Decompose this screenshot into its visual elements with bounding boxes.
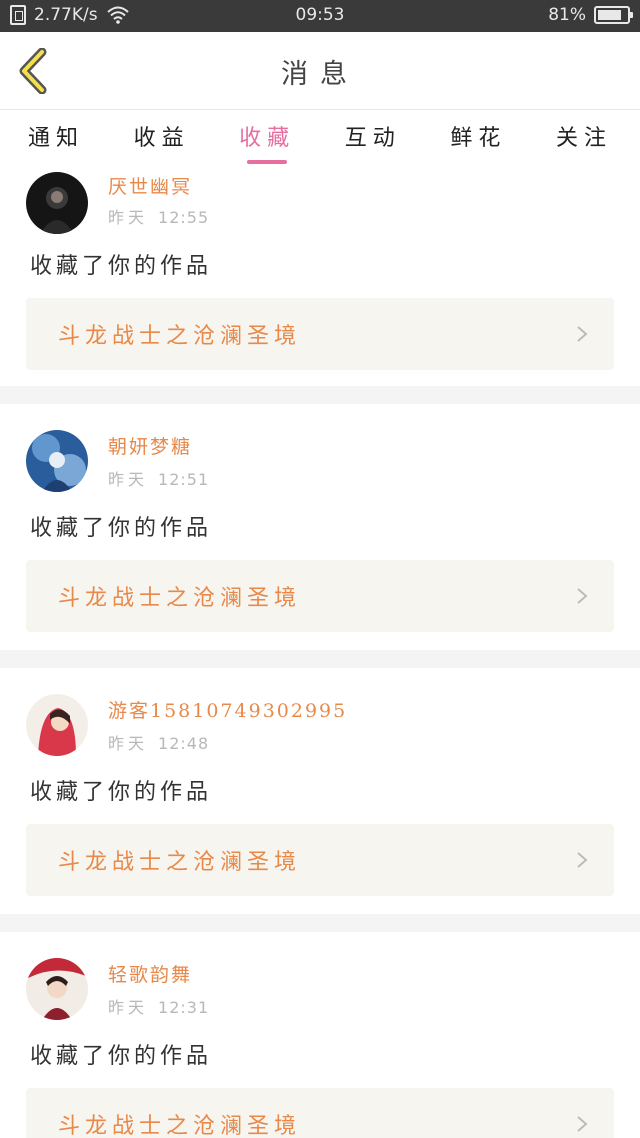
timestamp: 昨天 12:55 [108,208,210,227]
chevron-right-icon [577,588,588,604]
avatar[interactable] [26,430,88,492]
username[interactable]: 朝妍梦糖 [108,432,192,459]
battery-percent: 81% [548,5,586,25]
work-link[interactable]: 斗龙战士之沧澜圣境 [26,1088,614,1138]
list-item: 轻歌韵舞 昨天 12:31 收藏了你的作品 斗龙战士之沧澜圣境 [0,932,640,1138]
clock: 09:53 [295,5,345,25]
work-title: 斗龙战士之沧澜圣境 [58,586,302,611]
list-item: 厌世幽冥 昨天 12:55 收藏了你的作品 斗龙战士之沧澜圣境 [0,164,640,386]
timestamp: 昨天 12:48 [108,734,210,753]
chevron-right-icon [577,1116,588,1132]
work-title: 斗龙战士之沧澜圣境 [58,850,302,875]
list-item: 朝妍梦糖 昨天 12:51 收藏了你的作品 斗龙战士之沧澜圣境 [0,404,640,650]
tab-flowers[interactable]: 鲜花 [448,110,508,164]
tab-following[interactable]: 关注 [554,110,614,164]
chevron-right-icon [577,326,588,342]
battery-icon [594,6,633,24]
work-title: 斗龙战士之沧澜圣境 [58,1114,302,1138]
work-link[interactable]: 斗龙战士之沧澜圣境 [26,298,614,370]
work-link[interactable]: 斗龙战士之沧澜圣境 [26,824,614,896]
avatar[interactable] [26,694,88,756]
username[interactable]: 厌世幽冥 [108,172,192,199]
avatar[interactable] [26,172,88,234]
chevron-right-icon [577,852,588,868]
tab-notifications[interactable]: 通知 [26,110,86,164]
page-title: 消息 [281,59,359,90]
tab-bar: 通知 收益 收藏 互动 鲜花 关注 [0,110,640,164]
username[interactable]: 游客15810749302995 [108,696,347,723]
work-link[interactable]: 斗龙战士之沧澜圣境 [26,560,614,632]
timestamp: 昨天 12:31 [108,998,210,1017]
list-item: 游客15810749302995 昨天 12:48 收藏了你的作品 斗龙战士之沧澜… [0,668,640,914]
tab-earnings[interactable]: 收益 [132,110,192,164]
action-text: 收藏了你的作品 [30,516,213,541]
header-bar: 消息 [0,32,640,110]
work-title: 斗龙战士之沧澜圣境 [58,324,302,349]
avatar[interactable] [26,958,88,1020]
notification-list: 厌世幽冥 昨天 12:55 收藏了你的作品 斗龙战士之沧澜圣境 朝妍梦糖 昨天 12… [0,164,640,1138]
status-bar: 2.77K/s 09:53 81% [0,0,640,32]
divider [0,650,640,668]
action-text: 收藏了你的作品 [30,1044,213,1069]
timestamp: 昨天 12:51 [108,470,210,489]
tab-interactions[interactable]: 互动 [343,110,403,164]
username[interactable]: 轻歌韵舞 [108,960,192,987]
action-text: 收藏了你的作品 [30,780,213,805]
divider [0,386,640,404]
divider [0,914,640,932]
action-text: 收藏了你的作品 [30,254,213,279]
tab-favorites[interactable]: 收藏 [237,110,297,164]
